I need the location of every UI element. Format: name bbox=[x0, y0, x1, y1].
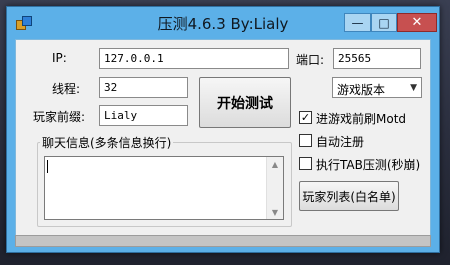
game-version-value: 游戏版本 bbox=[337, 83, 386, 97]
port-input[interactable]: 25565 bbox=[333, 48, 421, 69]
scroll-up-icon[interactable]: ▲ bbox=[267, 157, 283, 171]
start-test-label: 开始测试 bbox=[217, 95, 273, 112]
ip-input[interactable]: 127.0.0.1 bbox=[99, 48, 289, 69]
chat-group-title: 聊天信息(多条信息换行) bbox=[40, 134, 174, 151]
ip-label: IP: bbox=[52, 51, 67, 65]
game-version-select[interactable]: 游戏版本 ▼ bbox=[332, 77, 422, 98]
threads-label: 线程: bbox=[52, 82, 81, 96]
text-caret bbox=[47, 160, 48, 173]
title-bar[interactable]: 压测4.6.3 By:Lialy — □ ✕ bbox=[7, 7, 439, 39]
prefix-input[interactable]: Lialy bbox=[99, 105, 188, 126]
tab-test-checkbox[interactable] bbox=[299, 157, 312, 170]
motd-label: 进游戏前刷Motd bbox=[316, 112, 407, 126]
maximize-button[interactable]: □ bbox=[371, 13, 397, 32]
chat-message-input[interactable]: ▲ ▼ bbox=[44, 156, 284, 220]
maximize-icon: □ bbox=[378, 15, 390, 30]
checkmark-icon: ✓ bbox=[300, 111, 311, 124]
start-test-button[interactable]: 开始测试 bbox=[199, 77, 291, 128]
minimize-button[interactable]: — bbox=[344, 13, 371, 32]
auto-register-label: 自动注册 bbox=[316, 135, 365, 149]
player-list-button[interactable]: 玩家列表(白名单) bbox=[299, 181, 399, 211]
close-button[interactable]: ✕ bbox=[397, 13, 437, 32]
chat-scrollbar[interactable]: ▲ ▼ bbox=[266, 157, 283, 219]
threads-input[interactable]: 32 bbox=[99, 77, 188, 98]
port-label: 端口: bbox=[296, 53, 325, 67]
app-window: 压测4.6.3 By:Lialy — □ ✕ IP: 127.0.0.1 端口:… bbox=[6, 6, 440, 253]
motd-checkbox[interactable]: ✓ bbox=[299, 111, 312, 124]
prefix-label: 玩家前缀: bbox=[33, 110, 86, 124]
tab-test-label: 执行TAB压测(秒崩) bbox=[316, 158, 421, 172]
chevron-down-icon: ▼ bbox=[410, 83, 417, 93]
status-bar bbox=[15, 235, 431, 247]
scroll-down-icon[interactable]: ▼ bbox=[267, 205, 283, 219]
player-list-label: 玩家列表(白名单) bbox=[302, 189, 396, 204]
minimize-icon: — bbox=[351, 15, 364, 30]
auto-register-checkbox[interactable] bbox=[299, 134, 312, 147]
client-area: IP: 127.0.0.1 端口: 25565 线程: 32 开始测试 游戏版本… bbox=[15, 39, 431, 236]
close-icon: ✕ bbox=[411, 15, 423, 30]
